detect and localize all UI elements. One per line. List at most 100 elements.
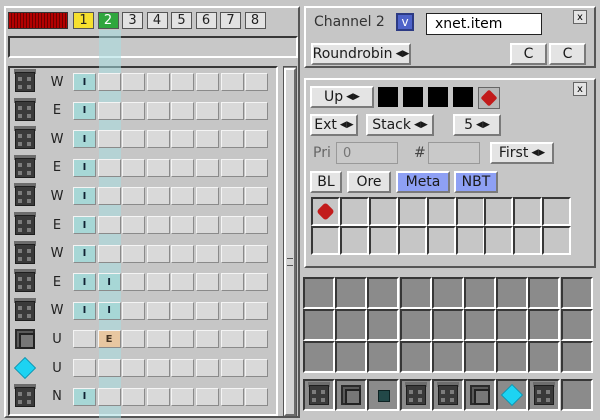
channel-cell[interactable]	[122, 158, 146, 177]
channel-cell[interactable]	[171, 244, 195, 263]
channel-cell[interactable]	[196, 73, 219, 91]
channel-cell[interactable]	[196, 158, 219, 177]
channel-cell[interactable]	[220, 301, 244, 320]
channel-cell[interactable]	[171, 187, 195, 206]
channel-cell[interactable]	[97, 387, 121, 406]
channel-cell[interactable]	[245, 187, 269, 206]
connector-close-button[interactable]: x	[573, 82, 587, 96]
channel-cell[interactable]	[97, 73, 121, 91]
channel-cell[interactable]	[146, 101, 170, 120]
meta-button[interactable]: Meta	[396, 171, 450, 193]
channel-cell[interactable]	[220, 387, 244, 406]
channel-cell[interactable]	[196, 216, 219, 234]
channel-cell[interactable]	[73, 359, 96, 377]
inventory-slot[interactable]	[367, 277, 400, 309]
stack-count-button[interactable]: 5 ◀▶	[453, 114, 501, 136]
channel-cell[interactable]: I	[73, 216, 96, 234]
channel-cell[interactable]	[122, 101, 146, 120]
inventory-slot[interactable]	[464, 341, 496, 373]
inventory-slot[interactable]	[528, 341, 561, 373]
channel-cell[interactable]: I	[97, 301, 121, 320]
channel-cell[interactable]	[73, 330, 96, 349]
channel-cell[interactable]: I	[73, 187, 96, 206]
filter-slot[interactable]	[397, 197, 427, 226]
channel-cell[interactable]	[146, 130, 170, 149]
inventory-slot[interactable]	[560, 277, 593, 309]
channel-cell[interactable]	[146, 158, 170, 177]
filter-slot[interactable]	[542, 197, 572, 226]
color-slot-1[interactable]	[378, 87, 398, 107]
inventory-slot[interactable]	[303, 309, 335, 341]
inventory-slot[interactable]	[496, 341, 529, 373]
inventory-slot[interactable]	[464, 277, 496, 309]
roundrobin-button[interactable]: Roundrobin ◀▶	[311, 43, 411, 65]
channel-cell[interactable]	[171, 330, 195, 349]
channel-cell[interactable]	[171, 101, 195, 120]
channel-cell[interactable]	[220, 216, 244, 234]
tab-4[interactable]: 4	[146, 12, 168, 29]
channel-close-button[interactable]: x	[573, 10, 587, 24]
channel-cell[interactable]	[97, 359, 121, 377]
channel-cell[interactable]	[245, 330, 269, 349]
channel-name-bar[interactable]	[8, 36, 298, 58]
channel-cell[interactable]	[122, 187, 146, 206]
channel-cell[interactable]	[146, 273, 170, 292]
channel-cell[interactable]	[245, 73, 269, 91]
channel-cell[interactable]	[97, 130, 121, 149]
priority-input[interactable]	[336, 142, 398, 164]
count-input[interactable]	[428, 142, 480, 164]
stack-mode-button[interactable]: Stack ◀▶	[366, 114, 434, 136]
inventory-slot[interactable]	[464, 309, 496, 341]
channel-cell[interactable]	[122, 244, 146, 263]
channel-enable-checkbox[interactable]: v	[396, 13, 414, 31]
inventory-slot[interactable]	[528, 277, 561, 309]
channel-cell[interactable]	[171, 73, 195, 91]
inventory-slot[interactable]	[335, 309, 368, 341]
channel-cell[interactable]	[220, 244, 244, 263]
filter-slot[interactable]	[339, 197, 369, 226]
channel-cell[interactable]	[220, 130, 244, 149]
channel-cell[interactable]	[171, 273, 195, 292]
color-slot-2[interactable]	[403, 87, 423, 107]
channel-cell[interactable]	[220, 73, 244, 91]
filter-slot[interactable]	[542, 226, 572, 255]
tab-5[interactable]: 5	[171, 12, 192, 29]
channel-cell[interactable]	[245, 387, 269, 406]
channel-cell[interactable]	[122, 330, 146, 349]
redstone-mode-button[interactable]	[478, 87, 500, 109]
channel-cell[interactable]	[196, 244, 219, 263]
filter-slot[interactable]	[513, 197, 543, 226]
ore-dict-button[interactable]: Ore	[347, 171, 391, 193]
channel-cell[interactable]	[196, 273, 219, 292]
channel-cell[interactable]	[146, 359, 170, 377]
channel-cell[interactable]	[245, 158, 269, 177]
filter-slot[interactable]	[513, 226, 543, 255]
channel-cell[interactable]: I	[73, 387, 96, 406]
filter-slot[interactable]	[368, 226, 398, 255]
channel-cell[interactable]	[171, 387, 195, 406]
inventory-slot[interactable]	[367, 309, 400, 341]
channel-cell[interactable]	[245, 216, 269, 234]
channel-cell[interactable]	[146, 187, 170, 206]
channel-cell[interactable]	[245, 101, 269, 120]
channel-cell[interactable]	[171, 158, 195, 177]
channel-cell[interactable]	[97, 187, 121, 206]
channel-cell[interactable]	[245, 301, 269, 320]
filter-slot[interactable]	[368, 197, 398, 226]
channel-cell[interactable]	[220, 273, 244, 292]
inventory-slot[interactable]	[335, 341, 368, 373]
channel-cell[interactable]	[196, 301, 219, 320]
inventory-slot[interactable]	[303, 277, 335, 309]
filter-slot[interactable]	[311, 197, 340, 226]
channel-cell[interactable]	[146, 216, 170, 234]
tab-8[interactable]: 8	[244, 12, 266, 29]
inventory-slot[interactable]	[560, 341, 593, 373]
channel-cell[interactable]	[245, 244, 269, 263]
inventory-slot[interactable]	[431, 309, 464, 341]
scrollbar-thumb[interactable]	[284, 68, 296, 416]
tab-1[interactable]: 1	[73, 12, 94, 29]
channel-cell[interactable]	[171, 301, 195, 320]
channel-cell[interactable]	[122, 359, 146, 377]
extract-mode-button[interactable]: Ext ◀▶	[310, 114, 358, 136]
channel-cell[interactable]	[220, 330, 244, 349]
